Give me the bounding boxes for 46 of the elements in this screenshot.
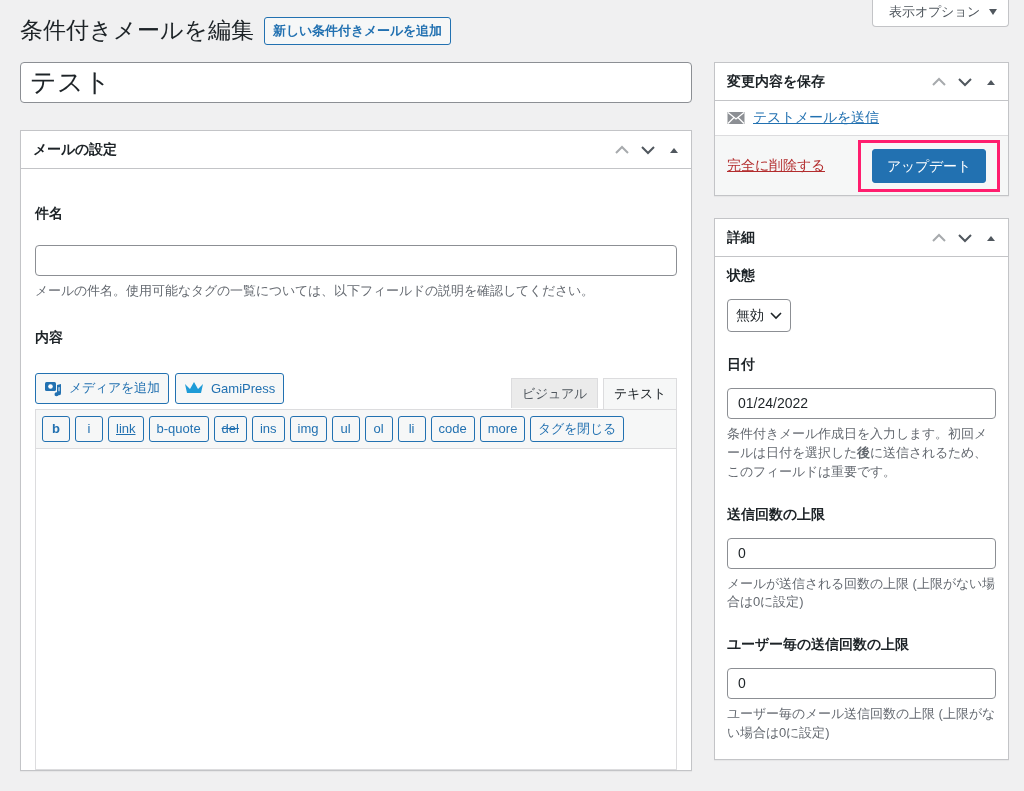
page-title: 条件付きメールを編集 <box>20 16 254 45</box>
quicktag-button[interactable]: li <box>397 415 426 442</box>
quicktag-button[interactable]: img <box>289 415 327 442</box>
field-label: 送信回数の上限 <box>727 505 826 524</box>
quicktag-button[interactable]: b-quote <box>148 415 209 442</box>
subject-input[interactable] <box>35 245 677 276</box>
panel-title: 変更内容を保存 <box>727 72 826 91</box>
field-label: 内容 <box>35 328 64 347</box>
gamipress-button[interactable]: GamiPress <box>175 372 285 404</box>
text-input[interactable]: 0 <box>727 668 996 700</box>
quicktag-button[interactable]: del <box>213 415 247 442</box>
field-label: 日付 <box>727 356 756 374</box>
send-test-email-link[interactable]: テストメールを送信 <box>753 109 879 127</box>
quicktag-button[interactable]: ins <box>251 415 285 442</box>
field-description: 条件付きメール作成日を入力します。初回メールは日付を選択した後に送信されるため、このフィールドは重要です。 <box>727 425 988 481</box>
field-description: メールの件名。使用可能なタグの一覧については、以下フィールドの説明を確認してください。 <box>35 282 595 300</box>
quicktag-button[interactable]: タグを閉じる <box>530 415 625 442</box>
quicktag-button[interactable]: i <box>75 415 103 442</box>
field-description: メールが送信される回数の上限 (上限がない場合は0に設定) <box>727 574 996 612</box>
envelope-icon <box>727 111 745 125</box>
field-description: ユーザー毎のメール送信回数の上限 (上限がない場合は0に設定) <box>727 705 996 743</box>
editor-tab[interactable]: ビジュアル <box>511 377 598 408</box>
quicktag-button[interactable]: b <box>42 415 70 442</box>
add-new-button[interactable]: 新しい条件付きメールを追加 <box>264 16 451 45</box>
text-input[interactable]: 0 <box>727 537 996 569</box>
editor-tab[interactable]: テキスト <box>603 377 677 409</box>
chevron-down-icon <box>770 311 782 320</box>
add-media-button[interactable]: メディアを追加 <box>35 372 169 404</box>
quicktag-button[interactable]: link <box>108 415 144 442</box>
media-icon <box>44 379 62 398</box>
quicktag-button[interactable]: ul <box>331 415 360 442</box>
quicktag-button[interactable]: code <box>430 415 475 442</box>
dropdown-arrow-icon <box>988 8 998 16</box>
field-label: 件名 <box>35 205 64 223</box>
field-label: ユーザー毎の送信回数の上限 <box>727 636 910 655</box>
field-label: 状態 <box>727 267 756 285</box>
panel-title: 詳細 <box>727 228 756 247</box>
delete-permanently-link[interactable]: 完全に削除する <box>727 156 825 175</box>
quicktag-button[interactable]: ol <box>364 415 393 442</box>
update-button[interactable]: アップデート <box>872 148 986 183</box>
quicktag-button[interactable]: more <box>479 415 526 442</box>
status-select[interactable]: 無効 <box>727 299 791 332</box>
screen-options-button[interactable]: 表示オプション <box>872 0 1009 27</box>
panel-title: メールの設定 <box>33 140 118 159</box>
title-input[interactable]: テスト <box>20 62 692 103</box>
text-input[interactable]: 01/24/2022 <box>727 388 996 419</box>
